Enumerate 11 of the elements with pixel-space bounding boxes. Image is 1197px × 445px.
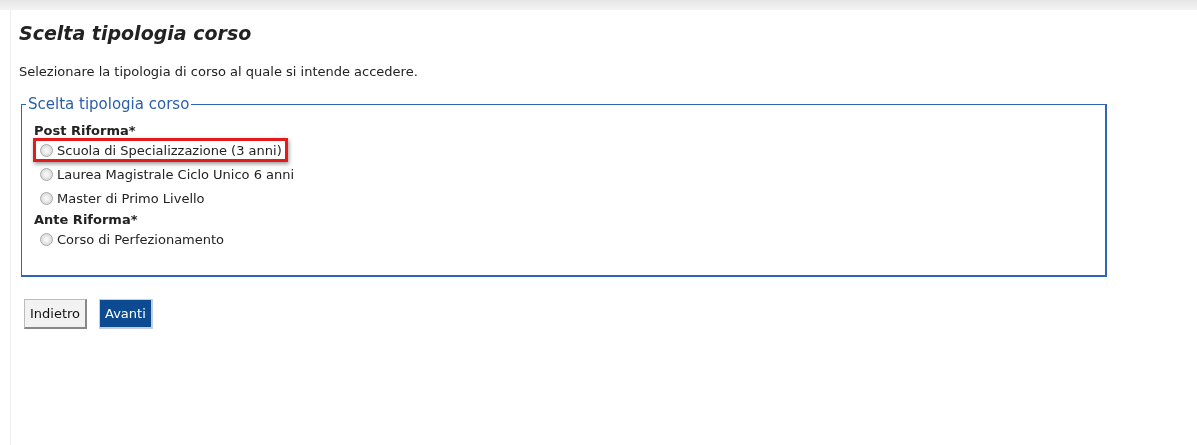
back-button[interactable]: Indietro	[24, 299, 88, 329]
next-button[interactable]: Avanti	[99, 299, 153, 329]
intro-text: Selezionare la tipologia di corso al quale si intende accedere.	[19, 64, 419, 79]
group-label: Post Riforma*	[34, 123, 137, 138]
radio-option[interactable]: Master di Primo Livello	[33, 186, 211, 210]
page-title: Scelta tipologia corso	[19, 22, 253, 44]
radio-option[interactable]: Corso di Perfezionamento	[33, 227, 231, 251]
radio-option[interactable]: Laurea Magistrale Ciclo Unico 6 anni	[33, 162, 301, 186]
panel-legend: Scelta tipologia corso	[26, 95, 192, 113]
group-label: Ante Riforma*	[34, 212, 139, 227]
highlighted-radio-option[interactable]: Scuola di Specializzazione (3 anni)	[33, 138, 288, 162]
